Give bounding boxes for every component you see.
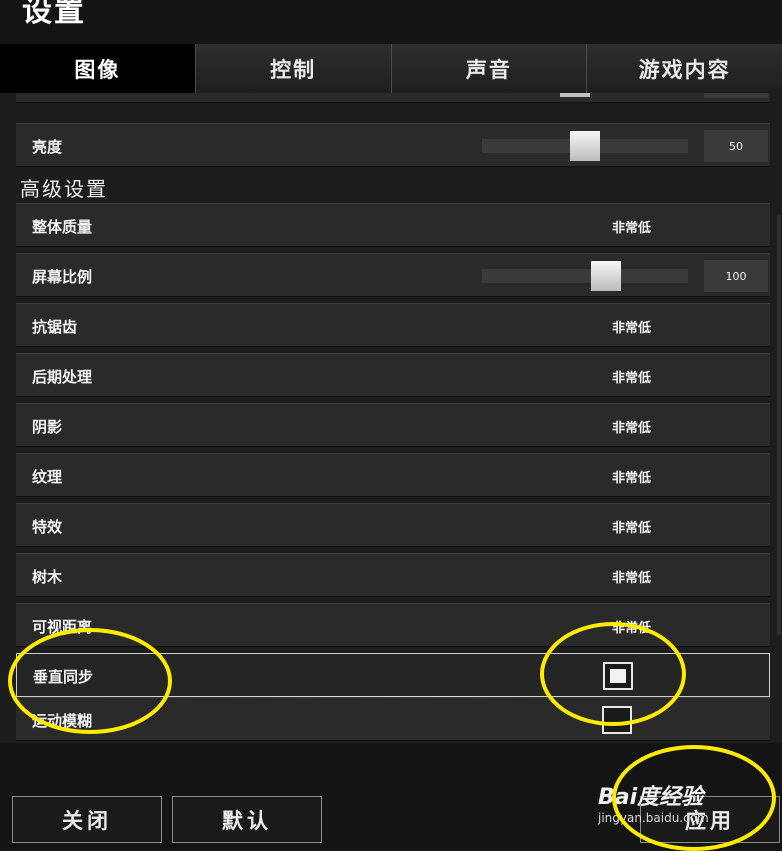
slider-thumb[interactable] xyxy=(590,261,621,291)
default-button[interactable]: 默认 xyxy=(172,796,322,843)
settings-row-brightness: 亮度 50 xyxy=(16,123,770,167)
page-title: 设置 xyxy=(22,0,86,29)
scrollbar[interactable] xyxy=(777,215,781,635)
setting-label: 可视距离 xyxy=(32,618,93,636)
slider-thumb[interactable] xyxy=(570,131,600,161)
number-box[interactable] xyxy=(704,93,768,98)
setting-value[interactable]: 非常低 xyxy=(612,567,651,586)
close-button[interactable]: 关闭 xyxy=(12,796,162,843)
screen-scale-value-input[interactable]: 100 xyxy=(704,260,768,292)
settings-row-textures[interactable]: 纹理 非常低 xyxy=(16,453,770,497)
setting-value[interactable]: 非常低 xyxy=(612,467,651,486)
motion-blur-checkbox[interactable] xyxy=(602,706,632,734)
setting-value[interactable]: 非常低 xyxy=(612,617,651,636)
screen-scale-slider[interactable] xyxy=(482,261,688,291)
setting-label: 垂直同步 xyxy=(33,668,94,686)
setting-label: 运动模糊 xyxy=(32,712,93,730)
advanced-settings-heading: 高级设置 xyxy=(20,177,108,201)
setting-label: 后期处理 xyxy=(32,368,93,386)
setting-label: 特效 xyxy=(32,518,63,536)
settings-row-vsync[interactable]: 垂直同步 xyxy=(16,653,770,700)
settings-row-view-distance[interactable]: 可视距离 非常低 xyxy=(16,603,770,647)
title-bar: 设置 xyxy=(0,0,782,44)
settings-row-post-processing[interactable]: 后期处理 非常低 xyxy=(16,353,770,397)
tab-sound[interactable]: 声音 xyxy=(391,44,588,93)
setting-value[interactable]: 非常低 xyxy=(612,417,651,436)
settings-row-screen-scale: 屏幕比例 100 xyxy=(16,253,770,297)
brightness-value-input[interactable]: 50 xyxy=(704,130,768,162)
setting-value[interactable]: 非常低 xyxy=(612,517,651,536)
bottom-bar: 关闭 默认 应用 xyxy=(0,743,782,850)
tab-graphics[interactable]: 图像 xyxy=(0,44,196,93)
setting-label: 屏幕比例 xyxy=(32,268,93,286)
settings-row-motion-blur[interactable]: 运动模糊 xyxy=(16,697,770,741)
tab-game-content[interactable]: 游戏内容 xyxy=(587,44,782,93)
slider-thumb[interactable] xyxy=(559,93,590,97)
settings-row-shadows[interactable]: 阴影 非常低 xyxy=(16,403,770,447)
setting-value[interactable]: 非常低 xyxy=(612,367,651,386)
setting-label: 树木 xyxy=(32,568,63,586)
settings-row-overall-quality[interactable]: 整体质量 非常低 xyxy=(16,203,770,247)
apply-button[interactable]: 应用 xyxy=(640,796,780,843)
settings-row-anti-aliasing[interactable]: 抗锯齿 非常低 xyxy=(16,303,770,347)
settings-list: 亮度 50 高级设置 整体质量 非常低 屏幕比例 100 抗锯齿 非常低 后期处… xyxy=(0,93,782,743)
settings-row-effects[interactable]: 特效 非常低 xyxy=(16,503,770,547)
setting-label: 抗锯齿 xyxy=(32,318,78,336)
brightness-slider[interactable] xyxy=(482,131,688,161)
tab-controls[interactable]: 控制 xyxy=(195,44,392,93)
settings-row-foliage[interactable]: 树木 非常低 xyxy=(16,553,770,597)
vsync-checkbox[interactable] xyxy=(603,662,633,690)
setting-label: 整体质量 xyxy=(32,218,93,236)
setting-value[interactable]: 非常低 xyxy=(612,317,651,336)
setting-label: 亮度 xyxy=(32,138,63,156)
settings-row-clipped xyxy=(16,93,770,103)
tab-bar: 图像 控制 声音 游戏内容 xyxy=(0,44,782,93)
setting-label: 纹理 xyxy=(32,468,63,486)
setting-label: 阴影 xyxy=(32,418,63,436)
setting-value[interactable]: 非常低 xyxy=(612,217,651,236)
